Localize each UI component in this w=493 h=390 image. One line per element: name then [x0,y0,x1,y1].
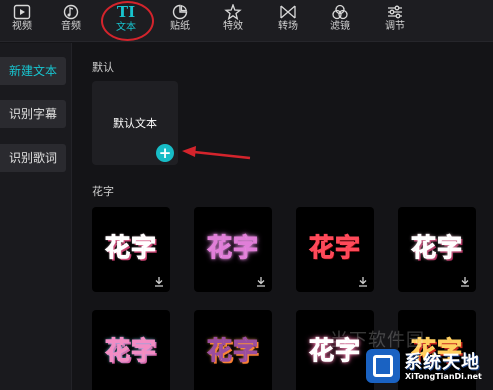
download-icon[interactable] [256,276,266,287]
huazi-preview: 花字 [206,336,259,366]
huazi-preview: 花字 [104,233,157,263]
tab-label: 贴纸 [170,21,190,32]
huazi-tile[interactable]: 花字 [92,310,170,390]
tab-video[interactable]: 视频 [2,0,42,42]
annotation-arrow [182,146,251,160]
section-label-default: 默认 [92,61,114,74]
watermark-logo-icon [366,349,400,383]
huazi-tile[interactable]: 花字 [194,310,272,390]
tab-effects[interactable]: 特效 [213,0,253,42]
effects-icon [224,4,242,20]
download-icon[interactable] [358,276,368,287]
music-icon [63,4,79,20]
huazi-preview: 花字 [206,233,259,263]
watermark-brand: 系统天地 [404,352,480,373]
tab-label: 滤镜 [330,21,350,32]
default-text-card[interactable]: 默认文本 + [92,81,178,165]
tab-filter[interactable]: 滤镜 [320,0,360,42]
sidebar-item-new-text[interactable]: 新建文本 [0,57,66,85]
sidebar: 新建文本 识别字幕 识别歌词 [0,43,72,390]
tab-sticker[interactable]: 贴纸 [160,0,200,42]
add-button[interactable]: + [156,144,174,162]
download-icon[interactable] [154,276,164,287]
watermark-logo: 系统天地 XiTongTianDi.net [366,345,493,390]
download-icon[interactable] [460,276,470,287]
huazi-tile[interactable]: 花字 [92,207,170,292]
top-toolbar: 视频 音频 TI 文本 贴纸 特效 转场 滤镜 调节 [0,0,493,42]
section-label-huazi: 花字 [92,185,114,198]
filter-icon [332,4,348,20]
huazi-preview: 花字 [308,233,361,263]
tab-label: 调节 [385,21,405,32]
tab-adjust[interactable]: 调节 [375,0,415,42]
tab-transition[interactable]: 转场 [268,0,308,42]
huazi-tile[interactable]: 花字 [398,207,476,292]
huazi-preview: 花字 [104,336,157,366]
sidebar-item-recognize-subtitles[interactable]: 识别字幕 [0,100,66,128]
default-card-text: 默认文本 [113,117,157,130]
tab-label: 视频 [12,21,32,32]
tab-label: 转场 [278,21,298,32]
tab-label: 特效 [223,21,243,32]
huazi-tile[interactable]: 花字 [194,207,272,292]
tab-audio[interactable]: 音频 [51,0,91,42]
transition-icon [280,5,296,19]
plus-icon: + [158,144,172,162]
sidebar-item-recognize-lyrics[interactable]: 识别歌词 [0,144,66,172]
video-icon [13,4,31,20]
annotation-circle [101,1,154,41]
huazi-tile[interactable]: 花字 [296,207,374,292]
huazi-preview: 花字 [410,233,463,263]
watermark-url: XiTongTianDi.net [405,372,482,381]
tab-label: 音频 [61,21,81,32]
adjust-icon [388,5,402,19]
sticker-icon [172,4,188,20]
